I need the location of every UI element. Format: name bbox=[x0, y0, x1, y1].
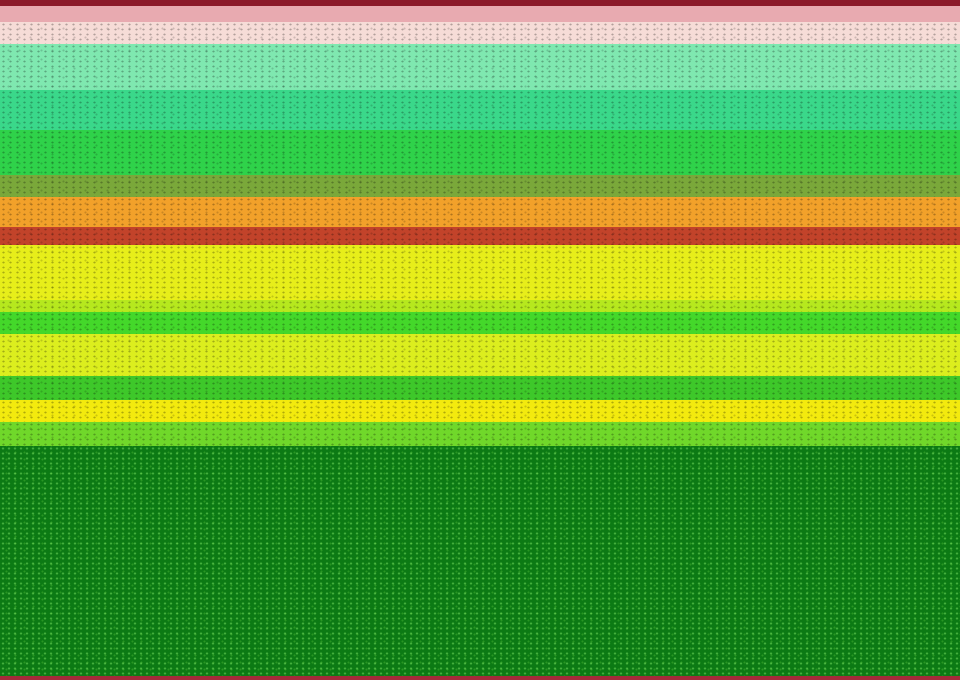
band-red-stripe bbox=[0, 227, 960, 245]
band-teal-green bbox=[0, 90, 960, 130]
band-yellow-a bbox=[0, 245, 960, 300]
band-green-a bbox=[0, 130, 960, 175]
band-pale-pink bbox=[0, 22, 960, 44]
band-mint bbox=[0, 44, 960, 90]
band-bottom-edge bbox=[0, 676, 960, 680]
band-green-c bbox=[0, 376, 960, 400]
band-yellow-b bbox=[0, 334, 960, 376]
band-yellow-green bbox=[0, 300, 960, 312]
band-olive bbox=[0, 175, 960, 197]
band-dark-green bbox=[0, 446, 960, 676]
glitch-image-canvas bbox=[0, 0, 960, 680]
band-green-b bbox=[0, 312, 960, 334]
band-orange bbox=[0, 197, 960, 227]
band-pink bbox=[0, 6, 960, 22]
band-yellow-c bbox=[0, 400, 960, 422]
band-green-d bbox=[0, 422, 960, 446]
